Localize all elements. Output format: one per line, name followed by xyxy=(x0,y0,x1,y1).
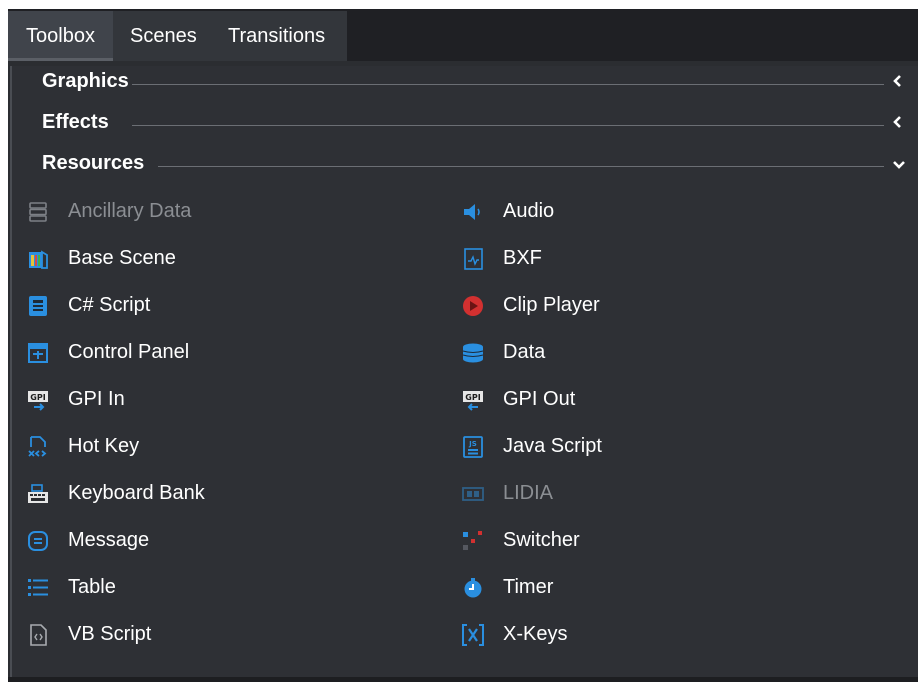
resource-label: X-Keys xyxy=(503,623,568,645)
resource-label: Hot Key xyxy=(68,435,140,457)
gpi-in-icon: GPI xyxy=(28,391,48,411)
section-graphics[interactable]: Graphics xyxy=(12,66,918,102)
bxf-icon xyxy=(464,248,483,270)
window-bottom-edge xyxy=(8,677,918,682)
control-panel-icon xyxy=(28,343,48,363)
gpi-out-icon: GPI xyxy=(463,391,483,411)
resource-label: Table xyxy=(68,576,116,598)
message-icon xyxy=(28,531,48,551)
timer-icon xyxy=(464,578,482,598)
chevron-left-icon[interactable] xyxy=(892,74,904,88)
resource-label: Timer xyxy=(503,576,554,598)
toolbox-content: Graphics Effects Resources Ancillary Dat… xyxy=(10,66,918,680)
section-resources-title: Resources xyxy=(42,152,147,175)
resource-label: Control Panel xyxy=(68,341,190,363)
hot-key-icon xyxy=(28,436,47,457)
toolbox-window: Toolbox Scenes Transitions Graphics Effe… xyxy=(8,9,918,682)
tab-toolbox[interactable]: Toolbox xyxy=(8,11,113,61)
x-keys-icon xyxy=(462,624,484,646)
clip-player-icon xyxy=(463,296,483,316)
resource-label: C# Script xyxy=(68,294,151,316)
resource-label: BXF xyxy=(503,247,542,269)
section-divider xyxy=(158,166,884,167)
svg-text:GPI: GPI xyxy=(30,393,45,402)
ancillary-data-icon xyxy=(29,202,47,222)
chevron-left-icon[interactable] xyxy=(892,115,904,129)
section-resources[interactable]: Resources xyxy=(12,148,918,184)
resource-label: Audio xyxy=(503,200,555,222)
switcher-icon xyxy=(463,531,482,550)
resource-label: Clip Player xyxy=(503,294,600,316)
resource-label: Message xyxy=(68,529,150,551)
resource-label: GPI Out xyxy=(503,388,576,410)
section-divider xyxy=(132,84,884,85)
base-scene-icon xyxy=(29,250,48,269)
section-graphics-title: Graphics xyxy=(42,70,131,93)
keyboard-bank-icon xyxy=(28,484,48,503)
resource-label: Ancillary Data xyxy=(68,200,192,222)
resource-label: LIDIA xyxy=(503,482,554,504)
tab-toolbox-label: Toolbox xyxy=(26,25,95,47)
java-script-icon: JS xyxy=(463,436,483,458)
resource-label: Data xyxy=(503,341,546,363)
chevron-down-icon[interactable] xyxy=(892,159,906,171)
tab-group: Scenes Transitions xyxy=(113,11,347,61)
resource-label: Keyboard Bank xyxy=(68,482,205,504)
resource-label: GPI In xyxy=(68,388,125,410)
audio-icon xyxy=(464,204,480,220)
resource-label: Java Script xyxy=(503,435,602,457)
table-icon xyxy=(28,579,48,596)
svg-text:JS: JS xyxy=(468,440,477,448)
lidia-icon xyxy=(462,487,484,501)
tab-bar: Toolbox Scenes Transitions xyxy=(8,9,918,61)
csharp-script-icon xyxy=(29,296,47,316)
section-divider xyxy=(132,125,884,126)
svg-text:GPI: GPI xyxy=(465,393,480,402)
tab-transitions[interactable]: Transitions xyxy=(228,11,325,61)
vb-script-icon xyxy=(30,624,47,646)
tab-scenes[interactable]: Scenes xyxy=(130,11,197,61)
resource-label: VB Script xyxy=(68,623,152,645)
section-effects-title: Effects xyxy=(42,111,111,134)
resource-label: Switcher xyxy=(503,529,580,551)
resource-label: Base Scene xyxy=(68,247,176,269)
section-effects[interactable]: Effects xyxy=(12,107,918,143)
data-icon xyxy=(462,343,484,363)
